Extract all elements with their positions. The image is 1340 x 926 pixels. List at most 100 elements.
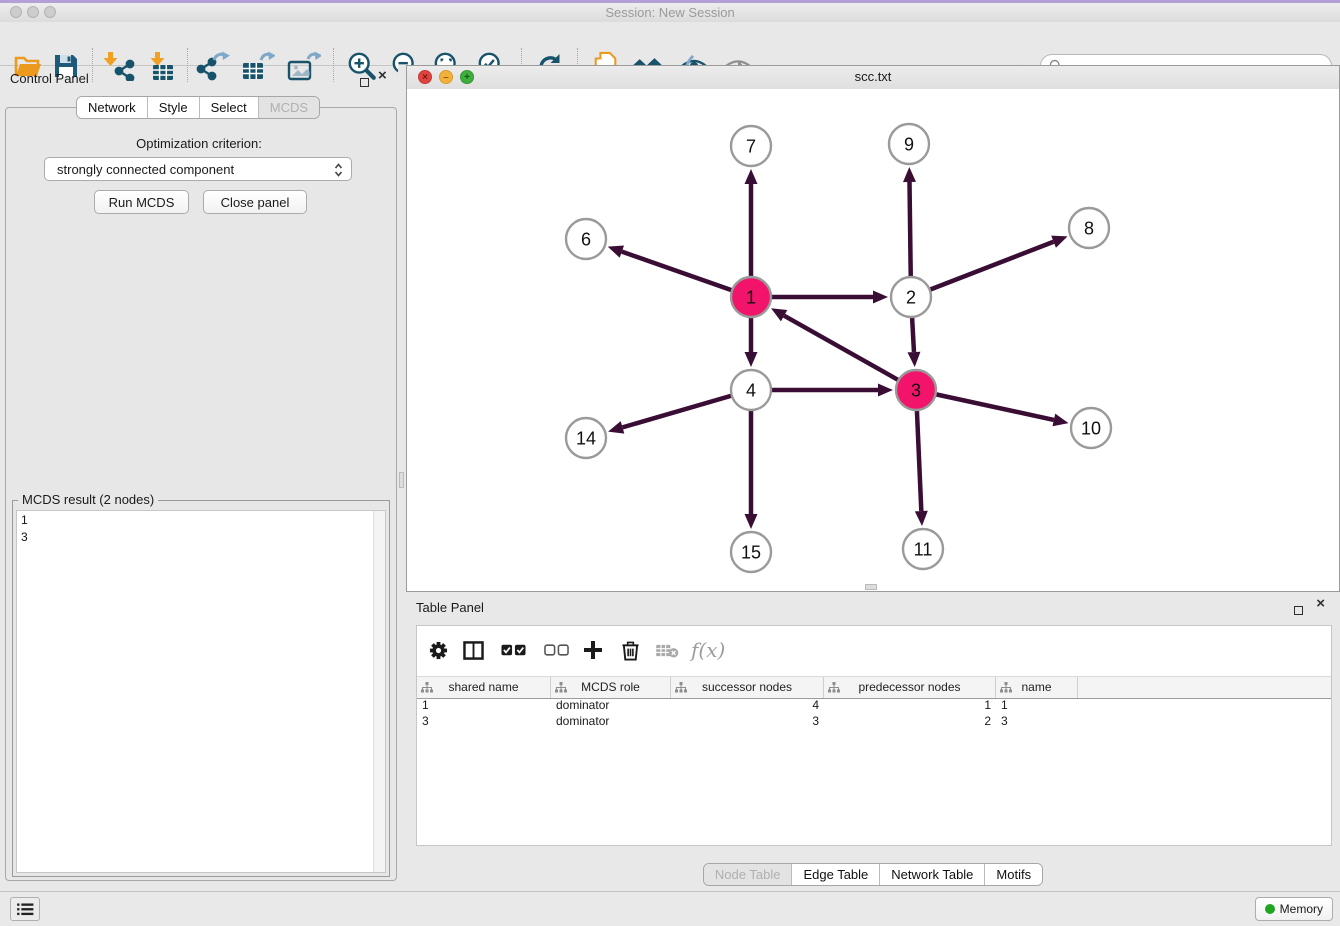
vertical-split-divider[interactable] xyxy=(398,65,406,891)
chevron-updown-icon xyxy=(334,162,343,181)
column-hierarchy-icon xyxy=(421,682,433,693)
table-panel-content: f(x) shared name MCDS role successor nodes… xyxy=(416,625,1332,846)
tab-network-table[interactable]: Network Table xyxy=(879,864,984,885)
table-cell[interactable]: 1 xyxy=(996,697,1078,713)
close-panel-button[interactable]: Close panel xyxy=(203,190,307,214)
table-cell[interactable]: 1 xyxy=(824,697,996,713)
column-header-predecessor-nodes[interactable]: predecessor nodes xyxy=(824,677,996,698)
column-header-successor-nodes[interactable]: successor nodes xyxy=(671,677,824,698)
control-panel-close-icon[interactable]: × xyxy=(378,71,387,81)
graph-svg: 7968124314101511 xyxy=(407,89,1339,591)
table-panel-close-icon[interactable]: × xyxy=(1316,599,1325,609)
memory-button-label: Memory xyxy=(1280,902,1323,916)
column-header-label: predecessor nodes xyxy=(858,680,960,694)
edge-arrow-2-8 xyxy=(1051,236,1067,248)
table-panel: Table Panel × f(x) xyxy=(406,595,1340,891)
table-panel-tabs: Node TableEdge TableNetwork TableMotifs xyxy=(703,863,1043,886)
column-header-label: successor nodes xyxy=(702,680,792,694)
table-cell[interactable]: 1 xyxy=(417,697,551,713)
edge-arrow-4-14 xyxy=(608,421,624,433)
column-hierarchy-icon xyxy=(828,682,840,693)
select-all-icon[interactable] xyxy=(501,636,526,664)
node-label-8: 8 xyxy=(1084,219,1094,239)
mcds-result-scrollbar[interactable] xyxy=(373,511,385,872)
delete-table-icon[interactable] xyxy=(656,636,679,664)
import-network-icon[interactable] xyxy=(100,49,136,83)
toolbar-separator xyxy=(333,48,334,82)
table-row[interactable]: 1dominator411 xyxy=(417,697,1331,713)
table-cell[interactable]: 4 xyxy=(671,697,824,713)
control-panel-float-icon[interactable] xyxy=(360,74,369,92)
table-cell[interactable]: 3 xyxy=(996,713,1078,729)
tab-style[interactable]: Style xyxy=(147,97,199,118)
optimization-criterion-label: Optimization criterion: xyxy=(0,136,398,151)
network-view-titlebar[interactable]: × – + scc.txt xyxy=(407,66,1339,90)
node-label-1: 1 xyxy=(746,288,756,308)
criterion-dropdown[interactable]: strongly connected component xyxy=(44,157,352,181)
node-label-3: 3 xyxy=(911,381,921,401)
node-label-14: 14 xyxy=(576,429,596,449)
table-panel-title: Table Panel xyxy=(416,600,484,615)
edge-2-8[interactable] xyxy=(911,242,1054,297)
mcds-result-line: 3 xyxy=(21,529,371,546)
table-panel-float-icon[interactable] xyxy=(1294,602,1303,620)
delete-column-icon[interactable] xyxy=(621,636,640,664)
task-history-button[interactable] xyxy=(10,897,40,921)
tab-motifs[interactable]: Motifs xyxy=(984,864,1042,885)
run-mcds-button[interactable]: Run MCDS xyxy=(94,190,189,214)
node-label-2: 2 xyxy=(906,288,916,308)
tab-edge-table[interactable]: Edge Table xyxy=(791,864,879,885)
toggle-panes-icon[interactable] xyxy=(463,636,484,664)
edge-arrow-1-6 xyxy=(608,245,624,257)
network-canvas[interactable]: 7968124314101511 xyxy=(407,89,1339,591)
memory-button[interactable]: Memory xyxy=(1255,897,1333,921)
node-label-6: 6 xyxy=(581,230,591,250)
node-label-11: 11 xyxy=(914,540,933,560)
mcds-result-group-title: MCDS result (2 nodes) xyxy=(18,492,158,507)
node-label-15: 15 xyxy=(741,543,761,563)
tab-node-table[interactable]: Node Table xyxy=(704,864,792,885)
settings-gear-icon[interactable] xyxy=(429,636,448,664)
table-header-row: shared name MCDS role successor nodes prede… xyxy=(417,676,1331,699)
export-table-icon[interactable] xyxy=(240,49,276,83)
column-header-shared-name[interactable]: shared name xyxy=(417,677,551,698)
node-label-4: 4 xyxy=(746,381,756,401)
column-header-label: shared name xyxy=(448,680,518,694)
node-label-7: 7 xyxy=(746,137,756,157)
tab-select[interactable]: Select xyxy=(199,97,258,118)
deselect-all-icon[interactable] xyxy=(544,636,569,664)
export-image-icon[interactable] xyxy=(286,49,322,83)
import-table-icon[interactable] xyxy=(144,49,180,83)
edge-3-1[interactable] xyxy=(784,316,916,390)
node-label-9: 9 xyxy=(904,135,914,155)
table-cell[interactable]: dominator xyxy=(551,697,671,713)
table-panel-tab-bar: Node TableEdge TableNetwork TableMotifs xyxy=(406,863,1340,886)
table-row[interactable]: 3dominator323 xyxy=(417,713,1331,729)
column-header-label: MCDS role xyxy=(581,680,640,694)
mcds-result-line: 1 xyxy=(21,512,371,529)
edge-arrow-2-9 xyxy=(903,167,916,182)
column-header-name[interactable]: name xyxy=(996,677,1078,698)
tab-network[interactable]: Network xyxy=(77,97,147,118)
mcds-result-textarea[interactable]: 13 xyxy=(16,510,386,873)
table-cell[interactable]: 3 xyxy=(417,713,551,729)
table-cell[interactable]: 2 xyxy=(824,713,996,729)
vertical-split-grip[interactable] xyxy=(399,472,404,488)
add-column-icon[interactable] xyxy=(583,636,603,664)
column-header-mcds-role[interactable]: MCDS role xyxy=(551,677,671,698)
edge-arrow-4-15 xyxy=(745,514,758,529)
table-cell[interactable]: 3 xyxy=(671,713,824,729)
horizontal-split-grip[interactable] xyxy=(865,584,877,590)
export-network-icon[interactable] xyxy=(195,49,231,83)
tab-mcds[interactable]: MCDS xyxy=(258,97,319,118)
column-hierarchy-icon xyxy=(555,682,567,693)
status-bar: Memory xyxy=(0,891,1340,926)
edge-arrow-2-3 xyxy=(907,352,920,367)
mcds-result-text: 13 xyxy=(21,512,371,872)
table-cell[interactable]: dominator xyxy=(551,713,671,729)
column-hierarchy-icon xyxy=(1000,682,1012,693)
application-window: Session: New Session xyxy=(0,0,1340,926)
apply-function-icon[interactable]: f(x) xyxy=(691,636,725,664)
edge-arrow-1-4 xyxy=(745,352,758,367)
edge-arrow-3-11 xyxy=(915,511,928,526)
